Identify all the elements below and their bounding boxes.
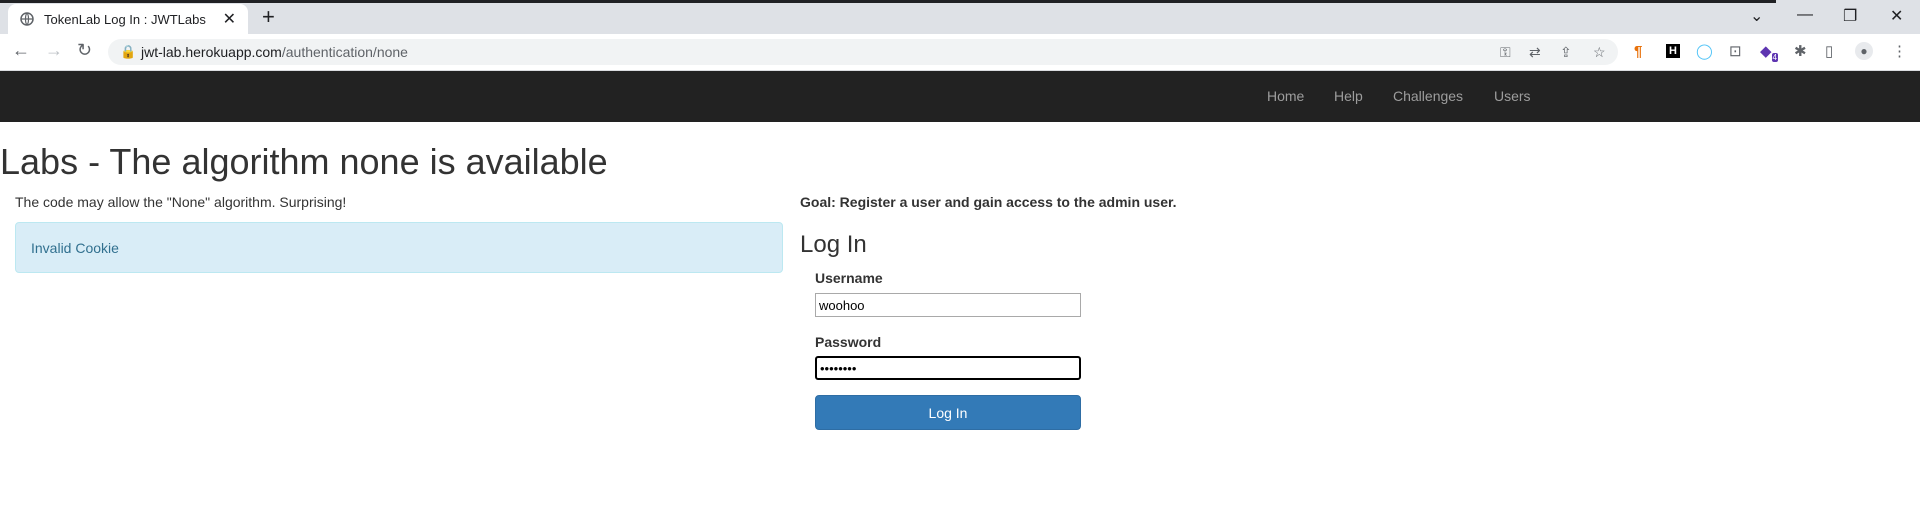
tab-title: TokenLab Log In : JWTLabs (44, 12, 206, 27)
pilcrow-extension-icon[interactable]: ¶ (1634, 44, 1642, 60)
password-input[interactable] (815, 356, 1081, 380)
extension-badge: 4 (1771, 53, 1778, 62)
close-window-icon[interactable]: ✕ (1890, 6, 1903, 26)
new-tab-icon[interactable]: + (262, 4, 275, 30)
reload-icon[interactable]: ↻ (77, 40, 92, 61)
alert-text: Invalid Cookie (31, 240, 119, 256)
menu-kebab-icon[interactable]: ⋮ (1892, 44, 1907, 60)
browser-tab-bar: TokenLab Log In : JWTLabs ✕ + ⌄ — ❐ ✕ (0, 0, 1920, 34)
nav-challenges[interactable]: Challenges (1393, 88, 1463, 104)
url-host: jwt-lab.herokuapp.com (141, 44, 282, 60)
username-label: Username (815, 270, 883, 286)
globe-icon (20, 12, 34, 26)
tab-strip-edge (0, 0, 1776, 3)
bookmark-star-icon[interactable]: ☆ (1593, 44, 1606, 61)
alert-box: Invalid Cookie (15, 222, 783, 273)
screen-capture-icon[interactable]: ⊡ (1729, 44, 1742, 60)
profile-avatar-icon[interactable]: ● (1855, 42, 1873, 60)
address-bar[interactable]: 🔒 jwt-lab.herokuapp.com/authentication/n… (108, 39, 1618, 65)
ring-extension-icon[interactable]: ◯ (1696, 44, 1713, 60)
translate-icon[interactable]: ⇄ (1529, 44, 1541, 61)
back-icon[interactable]: ← (12, 40, 30, 61)
side-panel-icon[interactable]: ▯ (1825, 44, 1833, 60)
puzzle-extensions-icon[interactable]: ✱ (1794, 44, 1807, 60)
tab-search-icon[interactable]: ⌄ (1750, 6, 1763, 26)
password-label: Password (815, 334, 882, 350)
cube-extension-icon[interactable]: ◆4 (1760, 44, 1778, 66)
login-heading: Log In (800, 231, 867, 258)
url-text: jwt-lab.herokuapp.com/authentication/non… (141, 44, 408, 60)
minimize-icon[interactable]: — (1797, 6, 1813, 24)
site-navbar: Home Help Challenges Users (0, 71, 1920, 122)
url-path: /authentication/none (281, 44, 408, 60)
page-title: Labs - The algorithm none is available (0, 141, 608, 182)
h-extension-icon[interactable]: H (1666, 44, 1680, 58)
forward-icon[interactable]: → (45, 40, 63, 61)
browser-toolbar: ← → ↻ 🔒 jwt-lab.herokuapp.com/authentica… (0, 34, 1920, 71)
nav-users[interactable]: Users (1494, 88, 1531, 104)
share-icon[interactable]: ⇪ (1560, 44, 1572, 61)
close-tab-icon[interactable]: ✕ (223, 9, 236, 29)
login-button[interactable]: Log In (815, 395, 1081, 430)
nav-help[interactable]: Help (1334, 88, 1363, 104)
lab-description: The code may allow the "None" algorithm.… (15, 194, 347, 210)
goal-text: Goal: Register a user and gain access to… (800, 194, 1177, 210)
username-input[interactable] (815, 293, 1081, 317)
nav-home[interactable]: Home (1267, 88, 1304, 104)
restore-icon[interactable]: ❐ (1843, 6, 1857, 26)
browser-tab[interactable]: TokenLab Log In : JWTLabs ✕ (8, 4, 248, 34)
key-icon[interactable]: ⚿ (1500, 44, 1511, 61)
lock-icon[interactable]: 🔒 (120, 44, 136, 60)
